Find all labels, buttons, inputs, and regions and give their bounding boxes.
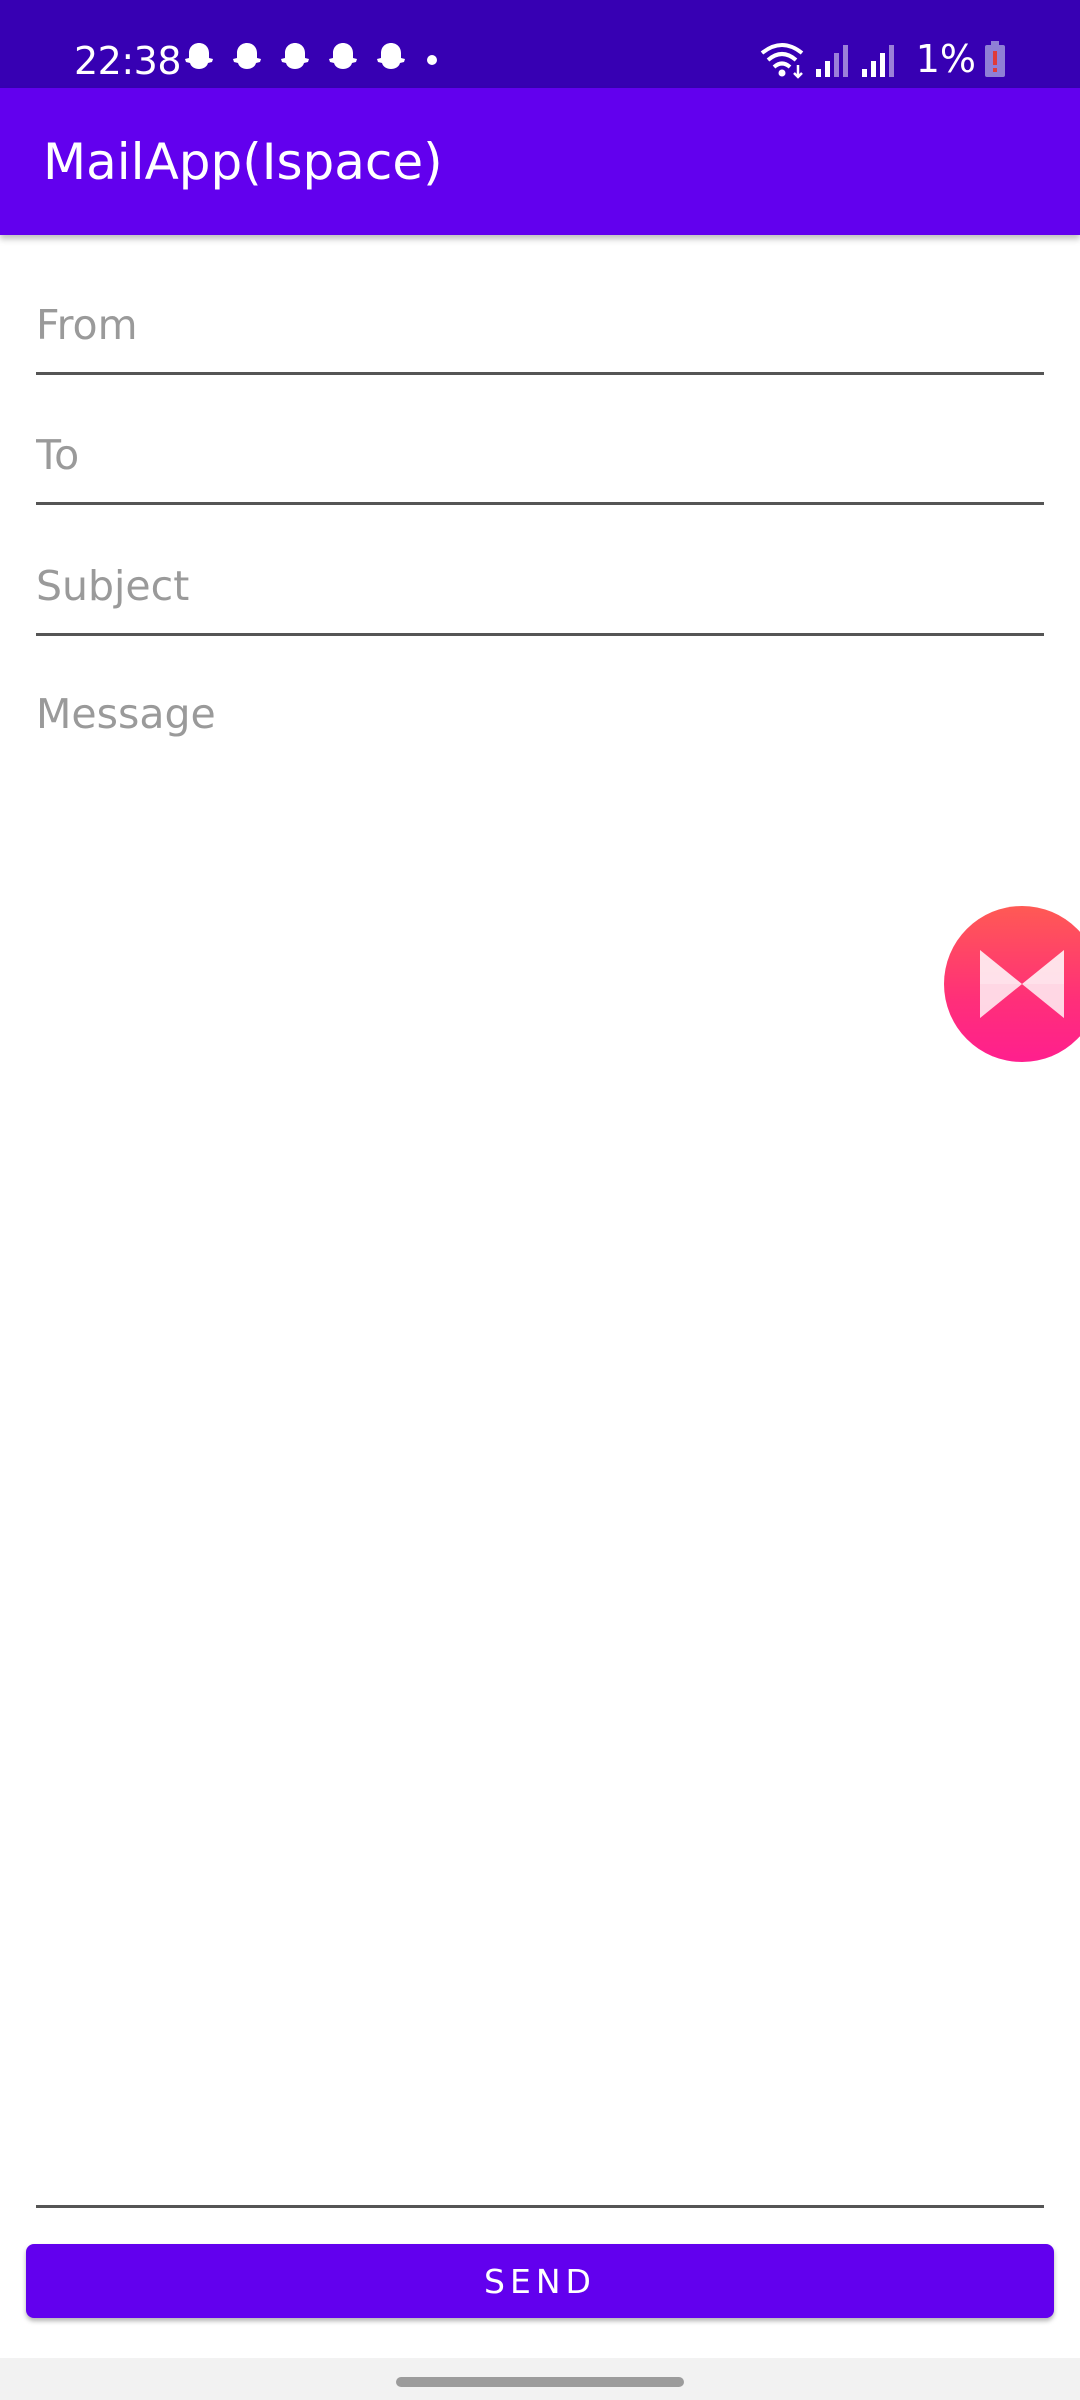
wifi-icon: [760, 43, 803, 79]
snapchat-icon: [185, 43, 213, 69]
subject-input[interactable]: [36, 539, 1044, 636]
snapchat-icon: [329, 43, 357, 69]
message-input[interactable]: [36, 668, 1044, 2208]
app-title: MailApp(Ispace): [43, 133, 443, 191]
floating-bubble[interactable]: [944, 906, 1080, 1062]
dot-icon: [427, 55, 437, 65]
send-button[interactable]: SEND: [26, 2244, 1054, 2318]
system-status-icons: 1%: [758, 36, 1006, 82]
signal-icon: [815, 45, 848, 77]
musixmatch-icon: [980, 950, 1064, 1018]
from-field: [36, 278, 1044, 376]
status-time: 22:38: [74, 39, 182, 83]
status-bar: 22:38 1%: [0, 0, 1080, 88]
snapchat-icon: [377, 43, 405, 69]
app-bar: MailApp(Ispace): [0, 88, 1080, 235]
navigation-bar: [0, 2358, 1080, 2400]
to-input[interactable]: [36, 408, 1044, 505]
signal-icon: [861, 45, 894, 77]
to-field: [36, 408, 1044, 506]
from-input[interactable]: [36, 278, 1044, 375]
notification-icons: [180, 40, 444, 78]
home-handle[interactable]: [396, 2377, 684, 2387]
snapchat-icon: [281, 43, 309, 69]
snapchat-icon: [233, 43, 261, 69]
subject-field: [36, 539, 1044, 637]
message-field: [36, 668, 1044, 2208]
battery-icon: [985, 41, 1005, 77]
battery-level: 1%: [915, 37, 976, 81]
